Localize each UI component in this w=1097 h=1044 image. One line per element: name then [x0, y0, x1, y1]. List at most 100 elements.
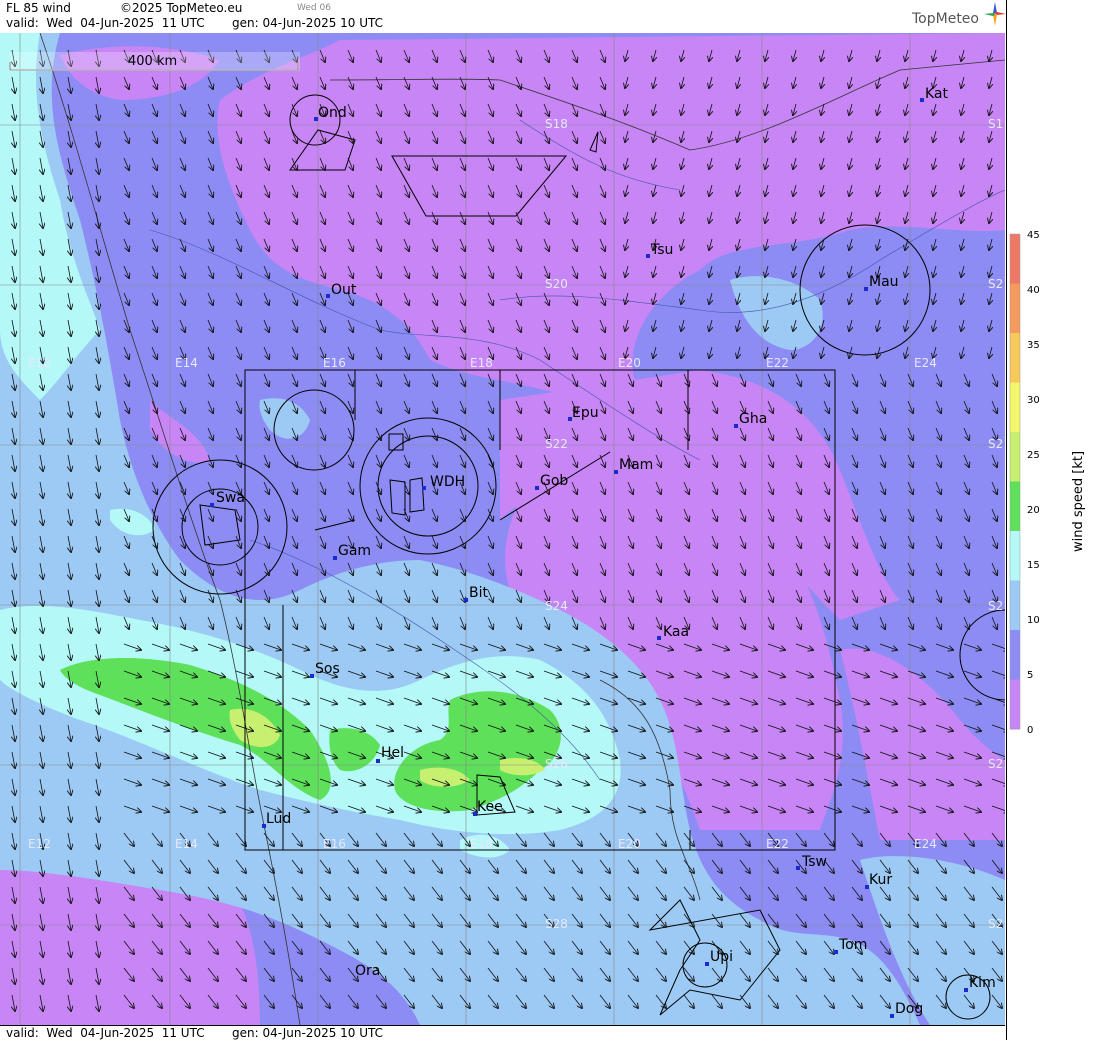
scale-bar: 400 km [9, 52, 300, 71]
colorbar-segment [1010, 481, 1020, 532]
svg-text:Sos: Sos [315, 661, 340, 677]
place-hel[interactable]: Hel [376, 745, 404, 763]
colorbar-segment [1010, 679, 1020, 730]
colorbar-segment [1010, 382, 1020, 433]
colorbar-segment [1010, 283, 1020, 334]
svg-text:Tsu: Tsu [650, 242, 673, 258]
svg-text:Kaa: Kaa [663, 624, 689, 640]
lon-label: E18 [470, 837, 493, 851]
day-small: Wed 06 [297, 3, 331, 13]
svg-text:Hel: Hel [381, 745, 404, 761]
edge-label: S2 [988, 917, 1003, 931]
lon-label: E12 [28, 356, 51, 370]
lat-label: S24 [545, 599, 568, 613]
scale-label: 400 km [128, 54, 177, 69]
svg-text:Ond: Ond [318, 105, 347, 121]
layer-title: FL 85 wind [6, 1, 71, 15]
colorbar-tick-label: 20 [1027, 505, 1040, 516]
lon-label: E20 [618, 356, 641, 370]
place-lud[interactable]: Lud [262, 811, 291, 828]
svg-text:Lud: Lud [266, 811, 291, 827]
svg-text:Dog: Dog [895, 1001, 923, 1017]
place-ond[interactable]: Ond [314, 105, 347, 121]
place-gob[interactable]: Gob [535, 473, 568, 490]
svg-text:Gam: Gam [338, 543, 371, 559]
wind-map[interactable]: 400 km S18 S20 S22 S24 S26 S28 E12 E14 E… [0, 33, 1005, 1025]
place-gha[interactable]: Gha [734, 411, 767, 428]
place-tsu[interactable]: Tsu [646, 242, 673, 258]
place-kur[interactable]: Kur [865, 872, 892, 889]
lon-label: E22 [766, 356, 789, 370]
svg-text:Out: Out [331, 282, 357, 298]
place-upi[interactable]: Upi [705, 949, 733, 966]
place-mam[interactable]: Mam [614, 457, 653, 474]
edge-label: S2 [988, 437, 1003, 451]
map-header: FL 85 wind ©2025 TopMeteo.eu Wed 06 vali… [0, 0, 1006, 34]
edge-label: S2 [988, 757, 1003, 771]
place-epu[interactable]: Epu [568, 405, 599, 421]
lon-label: E14 [175, 837, 198, 851]
colorbar-tick-label: 0 [1027, 725, 1033, 736]
colorbar: 45 40 35 30 25 20 15 10 5 0 wind speed [kt] [1009, 230, 1086, 736]
colorbar-tick-label: 30 [1027, 395, 1040, 406]
place-tom[interactable]: Tom [834, 937, 867, 954]
valid-time: valid: Wed 04-Jun-2025 11 UTC [6, 16, 205, 30]
svg-text:Upi: Upi [710, 949, 733, 965]
colorbar-segment [1010, 333, 1020, 383]
place-out[interactable]: Out [326, 282, 357, 298]
svg-text:Mau: Mau [869, 274, 899, 290]
gen-time: gen: 04-Jun-2025 10 UTC [232, 16, 384, 30]
lat-label: S20 [545, 277, 568, 291]
lon-label: E12 [28, 837, 51, 851]
lat-label: S22 [545, 437, 568, 451]
colorbar-tick-label: 5 [1027, 670, 1033, 681]
svg-text:Swa: Swa [216, 490, 245, 506]
colorbar-ticks: 45 40 35 30 25 20 15 10 5 0 [1027, 230, 1040, 736]
colorbar-segment [1010, 432, 1020, 482]
lon-label: E14 [175, 356, 198, 370]
colorbar-tick-label: 15 [1027, 560, 1040, 571]
place-dog[interactable]: Dog [890, 1001, 923, 1018]
lon-label: E16 [323, 356, 346, 370]
colorbar-tick-label: 40 [1027, 285, 1040, 296]
lon-label: E24 [914, 837, 937, 851]
place-sos[interactable]: Sos [310, 661, 340, 678]
compass-star-icon [984, 2, 1006, 26]
colorbar-tick-label: 25 [1027, 450, 1040, 461]
place-swa[interactable]: Swa [210, 490, 245, 507]
edge-label: S2 [988, 277, 1003, 291]
colorbar-tick-label: 10 [1027, 615, 1040, 626]
legend-panel: 45 40 35 30 25 20 15 10 5 0 wind speed [kt] [1006, 0, 1097, 1040]
svg-text:Bit: Bit [469, 585, 488, 601]
lon-label: E22 [766, 837, 789, 851]
edge-label: S2 [988, 599, 1003, 613]
lat-label: S18 [545, 117, 568, 131]
place-kim[interactable]: Kim [964, 975, 996, 992]
svg-text:Kur: Kur [869, 872, 892, 888]
place-kee[interactable]: Kee [473, 799, 503, 816]
place-gam[interactable]: Gam [333, 543, 371, 560]
colorbar-segment [1010, 630, 1020, 680]
copyright: ©2025 TopMeteo.eu [120, 1, 243, 15]
svg-text:Tom: Tom [838, 937, 867, 953]
lon-label: E16 [323, 837, 346, 851]
place-ora[interactable]: Ora [355, 963, 380, 979]
footer-gen: gen: 04-Jun-2025 10 UTC [232, 1026, 384, 1040]
svg-text:WDH: WDH [430, 474, 465, 490]
svg-text:Gob: Gob [540, 473, 568, 489]
place-mau[interactable]: Mau [864, 274, 899, 291]
colorbar-tick-label: 35 [1027, 340, 1040, 351]
footer-valid: valid: Wed 04-Jun-2025 11 UTC [6, 1026, 205, 1040]
svg-text:Mam: Mam [619, 457, 653, 473]
colorbar-segment [1010, 531, 1020, 581]
svg-text:Epu: Epu [572, 405, 599, 421]
svg-text:Ora: Ora [355, 963, 380, 979]
colorbar-segment [1010, 234, 1020, 284]
colorbar-segment [1010, 580, 1020, 631]
svg-text:Gha: Gha [739, 411, 767, 427]
colorbar-segments [1010, 234, 1020, 730]
brand-logo: TopMeteo [912, 11, 979, 27]
colorbar-tick-label: 45 [1027, 230, 1040, 241]
lon-label: E18 [470, 356, 493, 370]
place-kat[interactable]: Kat [920, 86, 949, 102]
